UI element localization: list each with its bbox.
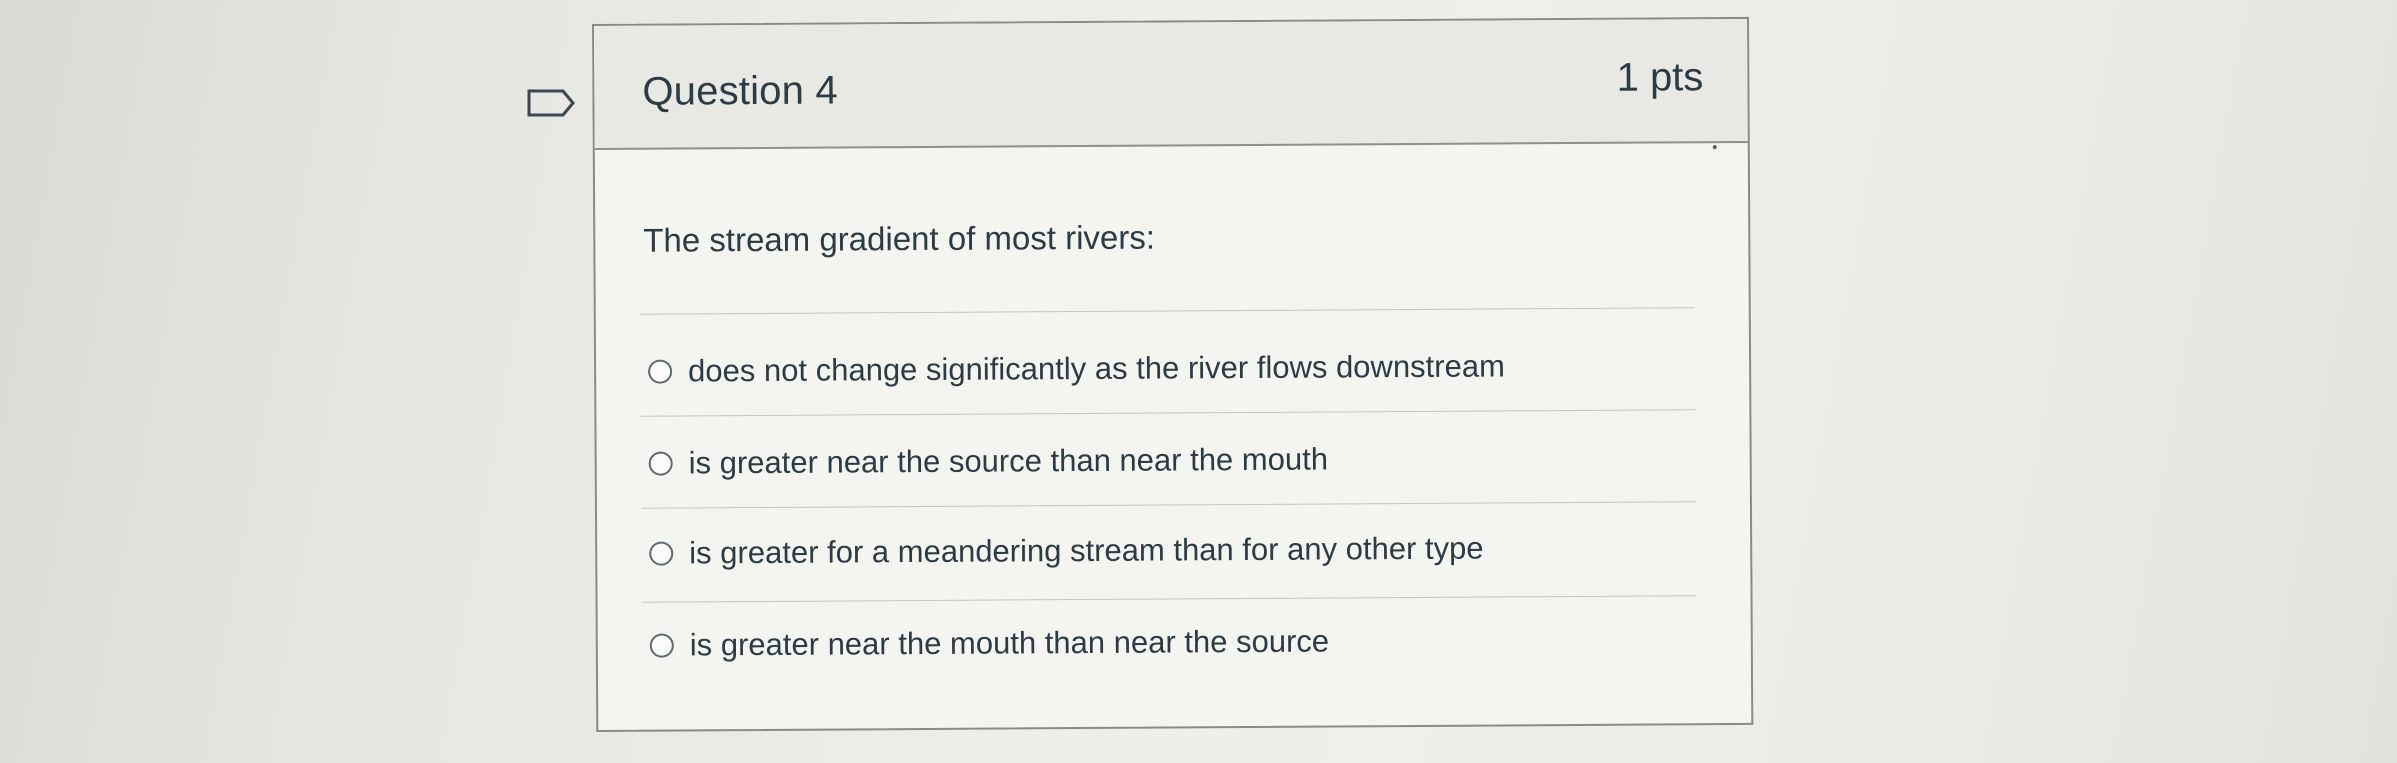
question-header: Question 4 1 pts xyxy=(594,18,1748,150)
flag-question-icon[interactable] xyxy=(526,88,576,118)
answer-label: does not change significantly as the riv… xyxy=(688,348,1505,389)
divider xyxy=(640,409,1696,417)
question-points: 1 pts xyxy=(1616,55,1704,100)
answer-label: is greater for a meandering stream than … xyxy=(689,530,1484,571)
divider xyxy=(639,307,1695,315)
answer-option-1[interactable]: does not change significantly as the riv… xyxy=(648,346,1505,391)
answer-option-3[interactable]: is greater for a meandering stream than … xyxy=(649,529,1484,574)
question-text: The stream gradient of most rivers: xyxy=(643,218,1156,259)
answer-option-4[interactable]: is greater near the mouth than near the … xyxy=(649,622,1330,666)
answer-option-2[interactable]: is greater near the source than near the… xyxy=(648,440,1329,484)
question-title: Question 4 xyxy=(642,68,839,114)
answer-label: is greater near the source than near the… xyxy=(688,441,1329,481)
radio-unchecked-icon[interactable] xyxy=(649,541,674,566)
divider xyxy=(641,595,1697,603)
divider xyxy=(640,501,1696,509)
radio-unchecked-icon[interactable] xyxy=(648,451,673,476)
question-card: Question 4 1 pts The stream gradient of … xyxy=(592,16,1754,732)
dust-speck xyxy=(1712,145,1717,150)
radio-unchecked-icon[interactable] xyxy=(648,359,673,384)
answer-label: is greater near the mouth than near the … xyxy=(689,623,1330,663)
radio-unchecked-icon[interactable] xyxy=(649,633,674,658)
